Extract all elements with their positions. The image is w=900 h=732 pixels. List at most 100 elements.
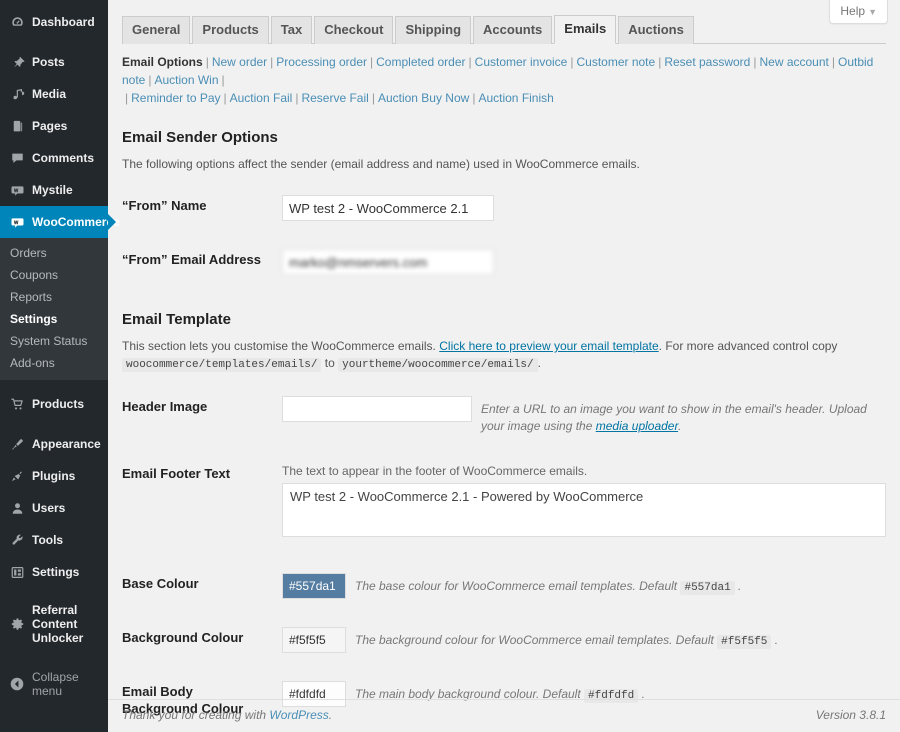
dashboard-icon [8, 13, 26, 31]
subnav-link-new-account[interactable]: New account [759, 55, 828, 69]
subnav-link-processing-order[interactable]: Processing order [276, 55, 367, 69]
submenu-item-orders[interactable]: Orders [0, 242, 108, 264]
tab-general[interactable]: General [122, 16, 191, 44]
sidebar-item-appearance[interactable]: Appearance [0, 428, 108, 460]
subnav-link-auction-finish[interactable]: Auction Finish [478, 91, 553, 105]
subnav-link-auction-win[interactable]: Auction Win [154, 73, 218, 87]
wrench-icon [8, 531, 26, 549]
collapse-icon [8, 675, 26, 693]
sidebar-item-woocommerce[interactable]: WooCommerce [0, 206, 120, 238]
sidebar-item-label: Dashboard [32, 15, 95, 29]
woocommerce-submenu: Orders Coupons Reports Settings System Statu… [0, 238, 108, 380]
sidebar-item-dashboard[interactable]: Dashboard [0, 6, 108, 38]
header-image-input[interactable] [282, 396, 472, 422]
subnav-link-reminder-to-pay[interactable]: Reminder to Pay [131, 91, 220, 105]
sidebar-item-label: Settings [32, 565, 80, 579]
collapse-menu-button[interactable]: Collapse menu [0, 662, 108, 706]
footer-thanks-before: Thank you for creating with [122, 708, 267, 722]
submenu-item-reports[interactable]: Reports [0, 286, 108, 308]
form-row-from-name: “From” Name [122, 181, 886, 235]
sender-section-title: Email Sender Options [122, 129, 278, 146]
submenu-item-add-ons[interactable]: Add-ons [0, 352, 108, 374]
sidebar-item-products[interactable]: Products [0, 388, 108, 420]
sidebar-item-mystile[interactable]: Mystile [0, 174, 108, 206]
subnav-link-new-order[interactable]: New order [212, 55, 267, 69]
template-desc-part1: This section lets you customise the WooC… [122, 339, 436, 353]
collapse-menu-label: Collapse menu [32, 670, 79, 698]
form-row-colour: Background Colour The background colour f… [122, 613, 886, 667]
colour-desc-before: The base colour for WooCommerce email te… [355, 579, 678, 593]
submenu-item-settings[interactable]: Settings [0, 308, 108, 330]
subnav-link-completed-order[interactable]: Completed order [376, 55, 465, 69]
pin-icon [8, 53, 26, 71]
sidebar-item-referral-content-unlocker[interactable]: Referral Content Unlocker [0, 596, 108, 652]
colour-input[interactable] [282, 573, 346, 599]
template-section-title: Email Template [122, 311, 231, 328]
subnav-separator: | [205, 55, 209, 69]
sidebar-item-label: Appearance [32, 437, 101, 451]
sidebar-item-plugins[interactable]: Plugins [0, 460, 108, 492]
subnav-link-auction-fail[interactable]: Auction Fail [230, 91, 293, 105]
cart-icon [8, 395, 26, 413]
subnav-link-reserve-fail[interactable]: Reserve Fail [301, 91, 368, 105]
sidebar-item-tools[interactable]: Tools [0, 524, 108, 556]
from-name-input[interactable] [282, 195, 494, 221]
subnav-link-customer-invoice[interactable]: Customer invoice [475, 55, 568, 69]
wordpress-link[interactable]: WordPress [269, 708, 328, 722]
gear-icon [8, 615, 26, 633]
sidebar-item-users[interactable]: Users [0, 492, 108, 524]
subnav-link-auction-buy-now[interactable]: Auction Buy Now [378, 91, 469, 105]
sidebar-item-label: Media [32, 87, 67, 101]
colour-input[interactable] [282, 627, 346, 653]
tab-shipping[interactable]: Shipping [395, 16, 472, 44]
help-tab-wrap: Help ▼ [829, 0, 888, 24]
subnav-link-reset-password[interactable]: Reset password [664, 55, 750, 69]
media-uploader-link[interactable]: media uploader [596, 419, 678, 433]
sidebar-item-settings[interactable]: Settings [0, 556, 108, 588]
help-button[interactable]: Help ▼ [829, 0, 888, 24]
subnav-link-email-options[interactable]: Email Options [122, 55, 203, 69]
admin-footer: Thank you for creating with WordPress. V… [108, 699, 900, 732]
from-email-label: “From” Email Address [122, 252, 261, 267]
colour-label: Base Colour [122, 576, 199, 591]
subnav-separator: | [371, 91, 375, 105]
sidebar-item-label: Tools [32, 533, 64, 547]
sidebar-item-label: Mystile [32, 183, 73, 197]
preview-template-link[interactable]: Click here to preview your email templat… [439, 339, 658, 353]
settings-tabs: General Products Tax Checkout Shipping Accoun… [122, 15, 886, 44]
comment-icon [8, 149, 26, 167]
submenu-item-system-status[interactable]: System Status [0, 330, 108, 352]
sidebar-item-posts[interactable]: Posts [0, 46, 108, 78]
subnav-link-customer-note[interactable]: Customer note [576, 55, 655, 69]
form-row-footer-text: Email Footer Text The text to appear in … [122, 449, 886, 551]
tab-emails[interactable]: Emails [554, 15, 617, 44]
subnav-separator: | [270, 55, 274, 69]
subnav-separator: | [468, 55, 472, 69]
tab-products[interactable]: Products [192, 16, 269, 44]
settings-content: General Products Tax Checkout Shipping Accoun… [108, 0, 900, 732]
template-desc-part4: . [537, 356, 541, 370]
sidebar-item-label: WooCommerce [32, 215, 120, 229]
from-name-label: “From” Name [122, 198, 207, 213]
help-label: Help [840, 4, 866, 18]
tab-tax[interactable]: Tax [270, 16, 313, 44]
submenu-item-coupons[interactable]: Coupons [0, 264, 108, 286]
sidebar-item-pages[interactable]: Pages [0, 110, 108, 142]
template-path-code-1: woocommerce/templates/emails/ [122, 358, 322, 372]
form-row-header-image: Header Image Enter a URL to an image you… [122, 382, 886, 449]
sidebar-item-media[interactable]: Media [0, 78, 108, 110]
sender-section-description: The following options affect the sender … [122, 157, 640, 171]
tab-checkout[interactable]: Checkout [314, 16, 394, 44]
footer-text-textarea[interactable]: WP test 2 - WooCommerce 2.1 - Powered by… [282, 483, 886, 537]
from-email-input[interactable] [282, 249, 494, 275]
colour-desc-before: The background colour for WooCommerce em… [355, 633, 714, 647]
sender-options-table: “From” Name “From” Email Address [122, 181, 886, 289]
sidebar-item-label: Plugins [32, 469, 76, 483]
sidebar-item-label: Users [32, 501, 66, 515]
email-subnav: Email Options | New order | Processing order… [122, 53, 886, 107]
tab-accounts[interactable]: Accounts [473, 16, 553, 44]
tab-auctions[interactable]: Auctions [618, 16, 694, 44]
sidebar-item-comments[interactable]: Comments [0, 142, 108, 174]
plugin-icon [8, 467, 26, 485]
colour-cell: The background colour for WooCommerce em… [282, 613, 886, 667]
